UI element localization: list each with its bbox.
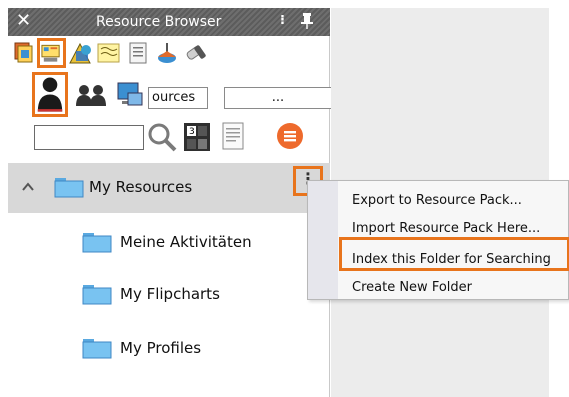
folder-icon <box>82 233 112 253</box>
tree-row[interactable]: Meine Aktivitäten <box>8 218 330 268</box>
tree-row[interactable]: My Flipcharts <box>8 270 330 320</box>
options-icon[interactable] <box>276 122 304 150</box>
tools-icon[interactable] <box>183 41 209 65</box>
resources-icon[interactable] <box>12 41 36 65</box>
menu-item-highlight <box>339 237 569 271</box>
pin-icon[interactable] <box>300 12 314 30</box>
annotations-icon[interactable] <box>96 41 122 65</box>
pages-lesson-icon[interactable] <box>155 41 179 65</box>
tree-row[interactable]: My Profiles <box>8 324 330 374</box>
folder-icon <box>82 339 112 359</box>
tree-row-my-resources[interactable]: My Resources ⋮ <box>8 163 330 213</box>
close-icon[interactable]: ✕ <box>16 11 31 31</box>
resource-browser-panel: ✕ Resource Browser ⁝ ources ... 3 My Res… <box>8 8 332 397</box>
tree-label: My Resources <box>89 178 193 196</box>
menu-item-import[interactable]: Import Resource Pack Here... <box>352 221 540 236</box>
menu-gutter <box>308 181 338 299</box>
panel-title: Resource Browser <box>96 14 222 30</box>
menu-item-export[interactable]: Export to Resource Pack... <box>352 193 522 208</box>
shared-resources-icon[interactable] <box>75 83 109 107</box>
shapes-icon[interactable] <box>68 41 94 65</box>
chevron-up-icon[interactable] <box>22 182 34 192</box>
computer-icon[interactable] <box>116 81 144 109</box>
folder-icon <box>54 178 84 198</box>
tree-label: My Flipcharts <box>120 285 220 303</box>
search-icon[interactable] <box>147 122 177 152</box>
menu-item-create-folder[interactable]: Create New Folder <box>352 280 472 295</box>
folder-icon <box>82 285 112 305</box>
page-icon[interactable] <box>126 41 150 65</box>
search-input[interactable] <box>34 125 144 150</box>
calculator-icon[interactable]: 3 <box>182 121 212 153</box>
tree-label: My Profiles <box>120 339 202 357</box>
tree-label: Meine Aktivitäten <box>120 233 252 251</box>
browse-button[interactable]: ... <box>224 87 332 109</box>
location-field[interactable]: ources <box>148 87 208 109</box>
panel-titlebar: ✕ Resource Browser ⁝ <box>8 8 330 36</box>
my-resources-icon[interactable] <box>32 72 68 117</box>
svg-text:3: 3 <box>189 127 195 137</box>
panel-menu-icon[interactable]: ⁝ <box>280 13 285 28</box>
flipchart-library-icon[interactable] <box>37 38 66 68</box>
context-menu: Export to Resource Pack... Import Resour… <box>307 180 569 300</box>
notes-icon[interactable] <box>221 121 245 151</box>
